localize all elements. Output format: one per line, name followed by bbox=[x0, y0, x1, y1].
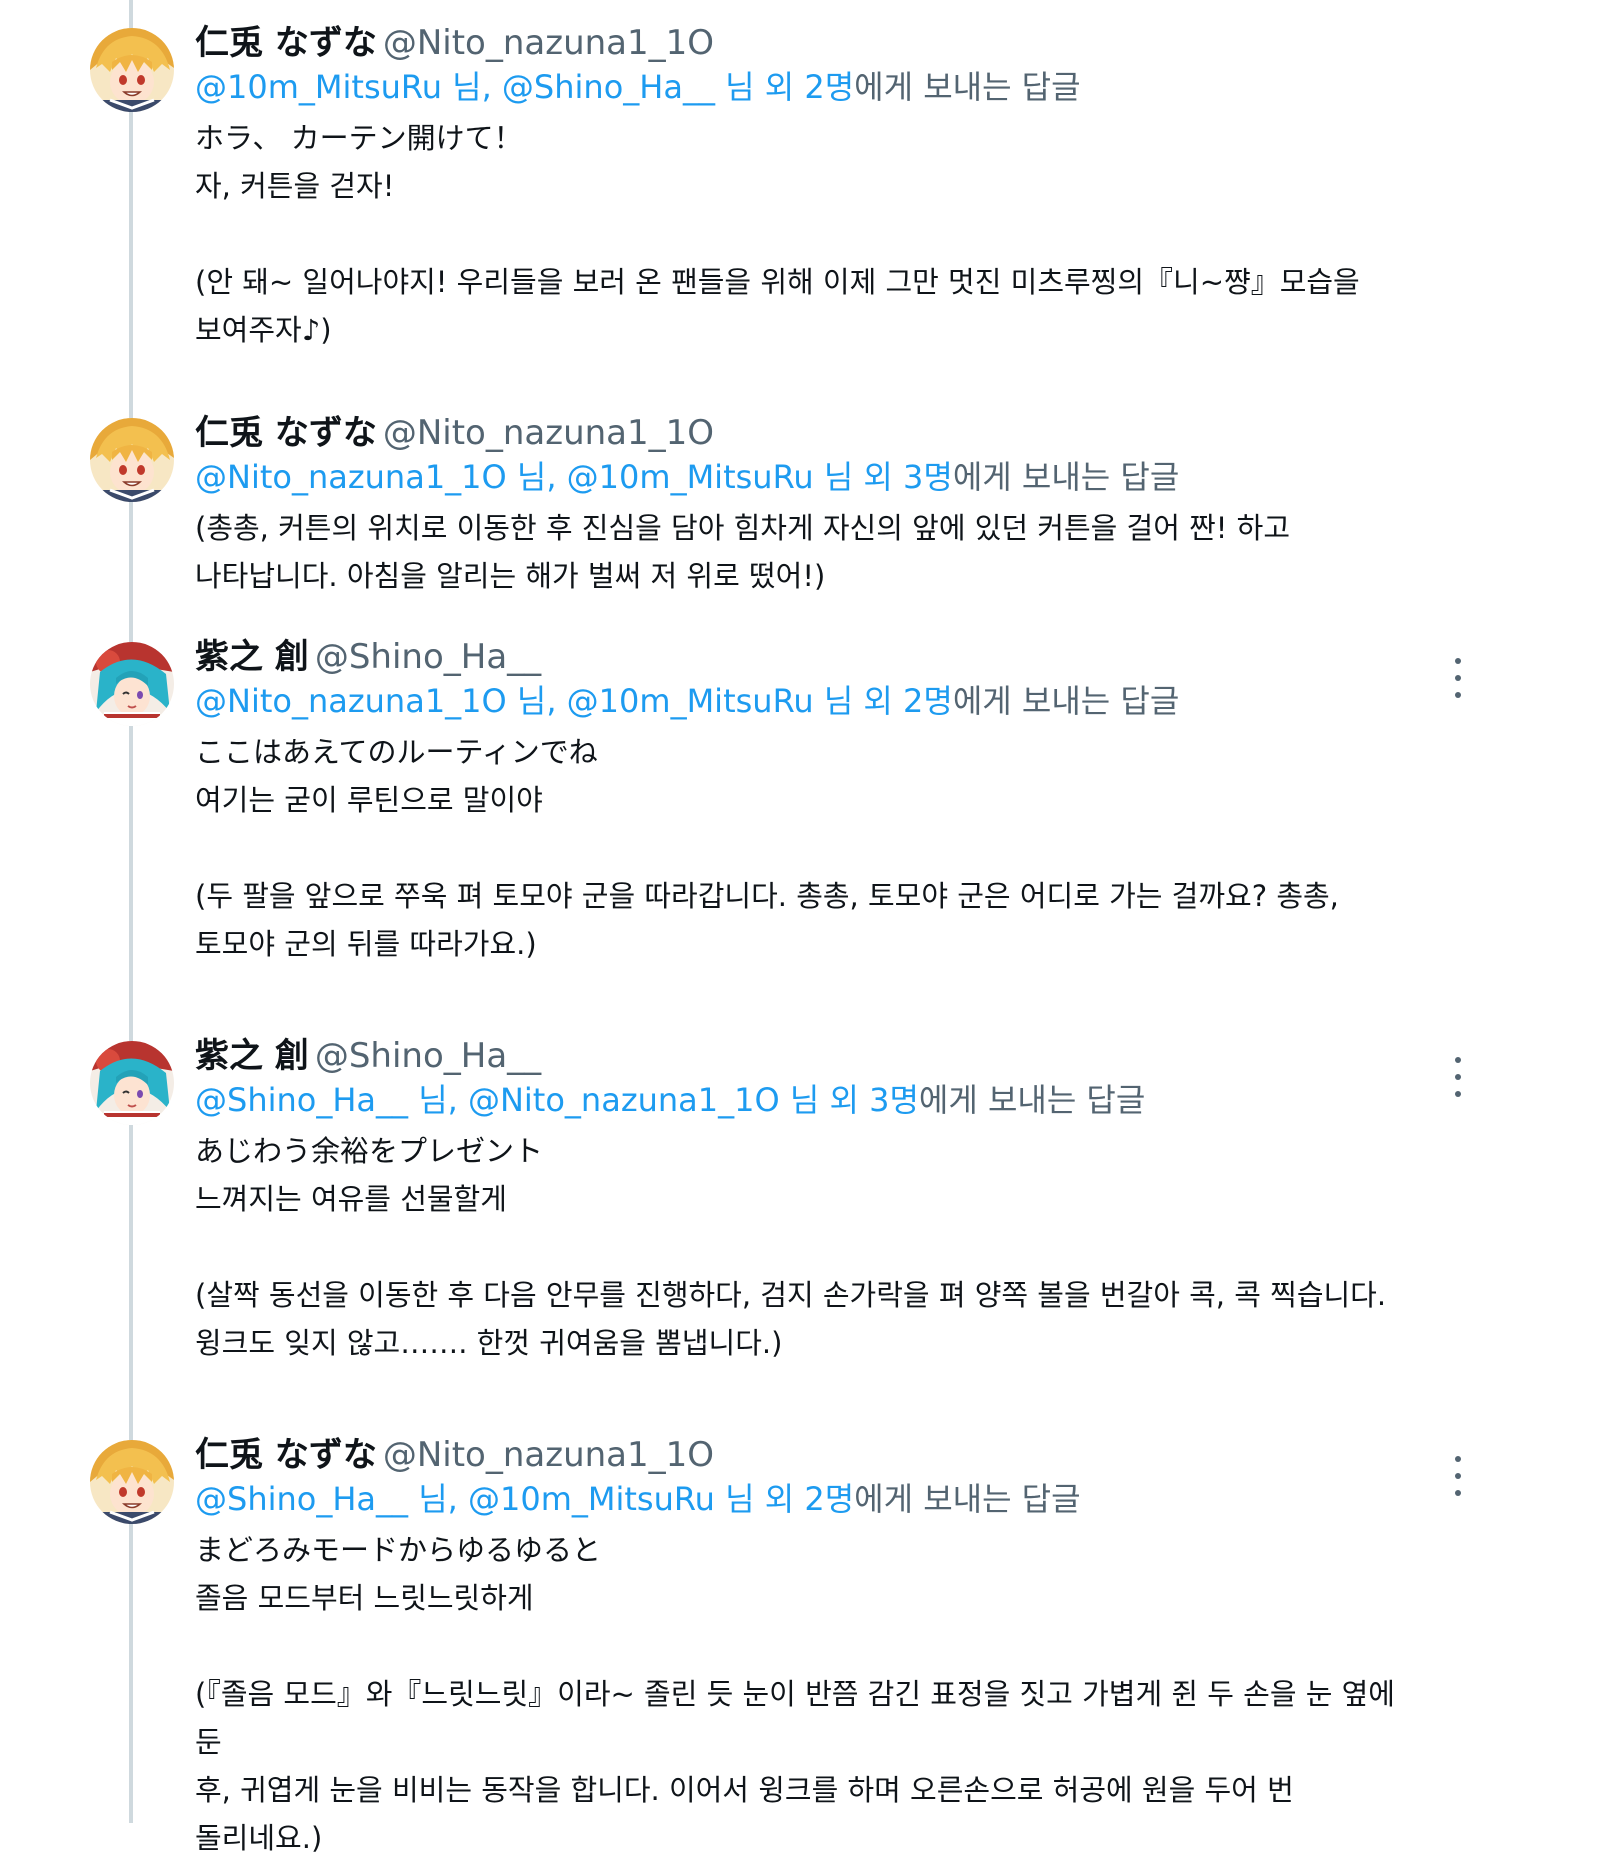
tweet-text-line: 후, 귀엽게 눈을 비비는 동작을 합니다. 이어서 윙크를 하며 오른손으로 … bbox=[195, 1773, 1294, 1807]
replying-to-line: @Shino_Ha__ 님, @10m_MitsuRu 님 외 2명에게 보내는… bbox=[195, 1476, 1425, 1522]
tweet-text-line: 토모야 군의 뒤를 따라가요.) bbox=[195, 927, 537, 961]
tweet-content: 仁兎 なずな @Nito_nazuna1_1O @Shino_Ha__ 님, @1… bbox=[195, 1434, 1425, 1862]
user-handle[interactable]: @Nito_nazuna1_1O bbox=[383, 413, 714, 453]
reply-mentions[interactable]: @10m_MitsuRu 님, @Shino_Ha__ 님 외 2명 bbox=[195, 68, 854, 106]
tweet-text-line: 보여주자♪) bbox=[195, 313, 332, 347]
replying-to-line: @Nito_nazuna1_1O 님, @10m_MitsuRu 님 외 2명에… bbox=[195, 678, 1425, 724]
tweet-header: 仁兎 なずな @Nito_nazuna1_1O bbox=[195, 22, 1425, 64]
reply-mentions[interactable]: @Nito_nazuna1_1O 님, @10m_MitsuRu 님 외 2명 bbox=[195, 682, 953, 720]
replying-to-line: @10m_MitsuRu 님, @Shino_Ha__ 님 외 2명에게 보내는… bbox=[195, 64, 1425, 110]
tweet-header: 仁兎 なずな @Nito_nazuna1_1O bbox=[195, 1434, 1425, 1476]
more-options-icon[interactable] bbox=[1446, 1456, 1470, 1496]
tweet-text-line: (총총, 커튼의 위치로 이동한 후 진심을 담아 힘차게 자신의 앞에 있던 … bbox=[195, 511, 1291, 545]
display-name[interactable]: 仁兎 なずな bbox=[195, 413, 377, 453]
tweet-header: 紫之 創 @Shino_Ha__ bbox=[195, 636, 1425, 678]
tweet-text-line: (두 팔을 앞으로 쭈욱 펴 토모야 군을 따라갑니다. 총총, 토모야 군은 … bbox=[195, 879, 1339, 913]
tweet-text-line: 자, 커튼을 걷자! bbox=[195, 169, 395, 203]
tweet-text-line: 윙크도 잊지 않고……. 한껏 귀여움을 뽐냅니다.) bbox=[195, 1326, 783, 1360]
tweet-header: 仁兎 なずな @Nito_nazuna1_1O bbox=[195, 412, 1425, 454]
avatar[interactable] bbox=[90, 642, 174, 726]
display-name[interactable]: 紫之 創 bbox=[195, 1036, 309, 1076]
tweet-text-line: (『졸음 모드』와『느릿느릿』이라~ 졸린 듯 눈이 반쯤 감긴 표정을 짓고 … bbox=[195, 1677, 1395, 1759]
replying-to-label: 에게 보내는 답글 bbox=[854, 1480, 1081, 1518]
avatar[interactable] bbox=[90, 1041, 174, 1125]
reply-mentions[interactable]: @Shino_Ha__ 님, @Nito_nazuna1_1O 님 외 3명 bbox=[195, 1081, 919, 1119]
display-name[interactable]: 仁兎 なずな bbox=[195, 23, 377, 63]
more-options-icon[interactable] bbox=[1446, 658, 1470, 698]
tweet-text-line: まどろみモードからゆるゆると bbox=[195, 1533, 602, 1567]
replying-to-label: 에게 보내는 답글 bbox=[952, 458, 1180, 496]
replying-to-label: 에게 보내는 답글 bbox=[854, 68, 1081, 106]
tweet-text: ここはあえてのルーティンでね 여기는 굳이 루틴으로 말이야 (두 팔을 앞으로 쭈… bbox=[195, 728, 1425, 968]
tweet-content: 仁兎 なずな @Nito_nazuna1_1O @10m_MitsuRu 님, @… bbox=[195, 22, 1425, 354]
user-handle[interactable]: @Shino_Ha__ bbox=[315, 637, 541, 677]
tweet-text-line: あじわう余裕をプレゼント bbox=[195, 1134, 544, 1168]
tweet-text-line: 느껴지는 여유를 선물할게 bbox=[195, 1182, 507, 1216]
reply-mentions[interactable]: @Nito_nazuna1_1O 님, @10m_MitsuRu 님 외 3명 bbox=[195, 458, 953, 496]
user-handle[interactable]: @Nito_nazuna1_1O bbox=[383, 23, 714, 63]
avatar[interactable] bbox=[90, 1440, 174, 1524]
user-handle[interactable]: @Nito_nazuna1_1O bbox=[383, 1435, 714, 1475]
tweet-text-line: 나타납니다. 아침을 알리는 해가 벌써 저 위로 떴어!) bbox=[195, 559, 826, 593]
display-name[interactable]: 紫之 創 bbox=[195, 637, 309, 677]
thread-connector-line bbox=[129, 0, 133, 1823]
tweet-content: 仁兎 なずな @Nito_nazuna1_1O @Nito_nazuna1_1O … bbox=[195, 412, 1425, 600]
display-name[interactable]: 仁兎 なずな bbox=[195, 1435, 377, 1475]
tweet-text: ホラ、 カーテン開けて！ 자, 커튼을 걷자! (안 돼~ 일어나야지! 우리들을 … bbox=[195, 114, 1425, 354]
tweet-text: あじわう余裕をプレゼント 느껴지는 여유를 선물할게 (살짝 동선을 이동한 후 다… bbox=[195, 1127, 1425, 1367]
avatar[interactable] bbox=[90, 28, 174, 112]
tweet-text-line: 여기는 굳이 루틴으로 말이야 bbox=[195, 783, 543, 817]
tweet-text-line: (안 돼~ 일어나야지! 우리들을 보러 온 팬들을 위해 이제 그만 멋진 미… bbox=[195, 265, 1360, 299]
tweet-text: (총총, 커튼의 위치로 이동한 후 진심을 담아 힘차게 자신의 앞에 있던 … bbox=[195, 504, 1425, 600]
user-handle[interactable]: @Shino_Ha__ bbox=[315, 1036, 541, 1076]
tweet-content: 紫之 創 @Shino_Ha__ @Nito_nazuna1_1O 님, @10m… bbox=[195, 636, 1425, 968]
replying-to-line: @Shino_Ha__ 님, @Nito_nazuna1_1O 님 외 3명에게… bbox=[195, 1077, 1425, 1123]
tweet-text-line: (살짝 동선을 이동한 후 다음 안무를 진행하다, 검지 손가락을 펴 양쪽 … bbox=[195, 1278, 1387, 1312]
replying-to-label: 에게 보내는 답글 bbox=[918, 1081, 1146, 1119]
tweet-text: まどろみモードからゆるゆると 졸음 모드부터 느릿느릿하게 (『졸음 모드』와『느릿… bbox=[195, 1526, 1425, 1862]
more-options-icon[interactable] bbox=[1446, 1057, 1470, 1097]
replying-to-label: 에게 보내는 답글 bbox=[952, 682, 1180, 720]
tweet-text-line: 졸음 모드부터 느릿느릿하게 bbox=[195, 1581, 534, 1615]
tweet-header: 紫之 創 @Shino_Ha__ bbox=[195, 1035, 1425, 1077]
tweet-content: 紫之 創 @Shino_Ha__ @Shino_Ha__ 님, @Nito_naz… bbox=[195, 1035, 1425, 1367]
tweet-text-line: ここはあえてのルーティンでね bbox=[195, 735, 598, 769]
avatar[interactable] bbox=[90, 418, 174, 502]
reply-mentions[interactable]: @Shino_Ha__ 님, @10m_MitsuRu 님 외 2명 bbox=[195, 1480, 854, 1518]
tweet-text-line: 돌리네요.) bbox=[195, 1821, 323, 1855]
tweet-text-line: ホラ、 カーテン開けて！ bbox=[195, 121, 523, 155]
replying-to-line: @Nito_nazuna1_1O 님, @10m_MitsuRu 님 외 3명에… bbox=[195, 454, 1425, 500]
